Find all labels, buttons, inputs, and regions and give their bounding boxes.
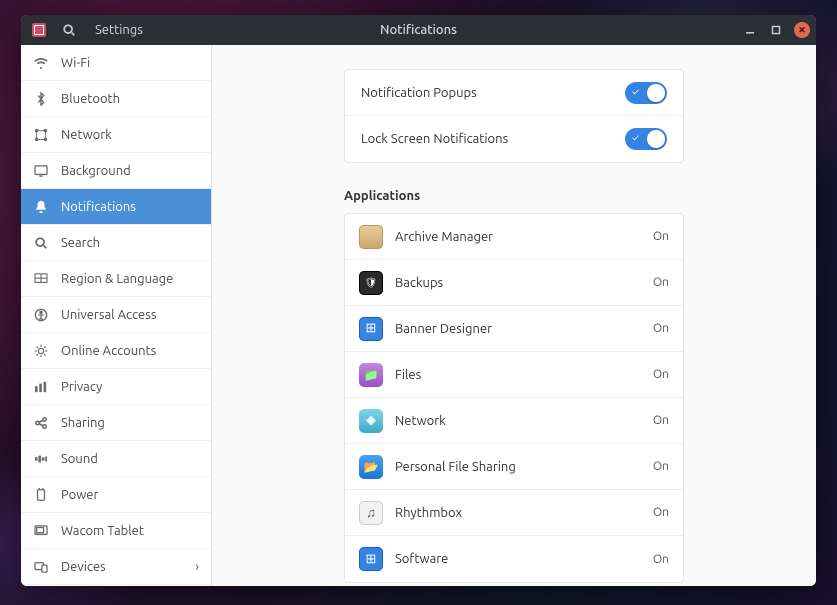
app-row-backups[interactable]: BackupsOn [345, 260, 683, 306]
sidebar-item-label: Bluetooth [61, 92, 120, 106]
toggles-card: Notification Popups Lock Screen Notificat… [344, 69, 684, 163]
app-icon [359, 225, 383, 249]
sidebar-item-notifications[interactable]: Notifications [21, 189, 211, 225]
devices-icon [33, 559, 49, 575]
sidebar-item-label: Wi-Fi [61, 56, 90, 70]
network-icon [33, 127, 49, 143]
power-icon [33, 487, 49, 503]
titlebar-app-label: Settings [95, 23, 143, 37]
toggle-label: Notification Popups [361, 86, 625, 100]
app-icon [359, 317, 383, 341]
bell-icon [33, 199, 49, 215]
app-row-files[interactable]: FilesOn [345, 352, 683, 398]
app-name-label: Network [395, 414, 653, 428]
app-state-label: On [653, 414, 669, 427]
app-name-label: Personal File Sharing [395, 460, 653, 474]
sidebar-item-universal-access[interactable]: Universal Access [21, 297, 211, 333]
toggle-row-lock-screen-notifications: Lock Screen Notifications [345, 116, 683, 162]
app-name-label: Banner Designer [395, 322, 653, 336]
app-row-banner-designer[interactable]: Banner DesignerOn [345, 306, 683, 352]
app-name-label: Software [395, 552, 653, 566]
toggle-row-notification-popups: Notification Popups [345, 70, 683, 116]
app-row-personal-file-sharing[interactable]: Personal File SharingOn [345, 444, 683, 490]
sidebar-item-label: Region & Language [61, 272, 173, 286]
sidebar-item-search[interactable]: Search [21, 225, 211, 261]
region-icon [33, 271, 49, 287]
app-state-label: On [653, 230, 669, 243]
sidebar-item-label: Devices [61, 560, 106, 574]
sidebar-item-label: Background [61, 164, 131, 178]
search-icon [33, 235, 49, 251]
sidebar-item-label: Notifications [61, 200, 136, 214]
app-icon [359, 501, 383, 525]
sidebar-item-sharing[interactable]: Sharing [21, 405, 211, 441]
settings-sidebar: Wi-Fi Bluetooth Network Background Notificat… [21, 45, 212, 586]
app-icon [359, 363, 383, 387]
app-row-software[interactable]: SoftwareOn [345, 536, 683, 582]
sidebar-item-power[interactable]: Power [21, 477, 211, 513]
toggle-switch[interactable] [625, 82, 667, 104]
sidebar-item-region-language[interactable]: Region & Language [21, 261, 211, 297]
app-name-label: Rhythmbox [395, 506, 653, 520]
app-state-label: On [653, 506, 669, 519]
maximize-button[interactable] [768, 22, 784, 38]
app-state-label: On [653, 276, 669, 289]
sidebar-item-devices[interactable]: Devices › [21, 549, 211, 585]
sidebar-item-label: Search [61, 236, 100, 250]
background-icon [33, 163, 49, 179]
sidebar-item-label: Wacom Tablet [61, 524, 144, 538]
app-state-label: On [653, 368, 669, 381]
applications-card: Archive ManagerOnBackupsOnBanner Designe… [344, 213, 684, 583]
sidebar-item-online-accounts[interactable]: Online Accounts [21, 333, 211, 369]
sidebar-item-label: Online Accounts [61, 344, 156, 358]
sidebar-item-wacom-tablet[interactable]: Wacom Tablet [21, 513, 211, 549]
app-state-label: On [653, 553, 669, 566]
sidebar-item-label: Sound [61, 452, 98, 466]
privacy-icon [33, 379, 49, 395]
access-icon [33, 307, 49, 323]
sidebar-item-label: Sharing [61, 416, 105, 430]
online-icon [33, 343, 49, 359]
chevron-right-icon: › [195, 560, 199, 574]
app-icon [359, 271, 383, 295]
app-state-label: On [653, 322, 669, 335]
sidebar-item-label: Network [61, 128, 112, 142]
sound-icon [33, 451, 49, 467]
sidebar-item-label: Power [61, 488, 98, 502]
toggle-switch[interactable] [625, 128, 667, 150]
app-icon [359, 409, 383, 433]
sidebar-item-bluetooth[interactable]: Bluetooth [21, 81, 211, 117]
sidebar-item-privacy[interactable]: Privacy [21, 369, 211, 405]
wacom-icon [33, 523, 49, 539]
app-state-label: On [653, 460, 669, 473]
app-name-label: Archive Manager [395, 230, 653, 244]
sidebar-item-label: Privacy [61, 380, 102, 394]
minimize-button[interactable] [742, 22, 758, 38]
app-row-rhythmbox[interactable]: RhythmboxOn [345, 490, 683, 536]
bluetooth-icon [33, 91, 49, 107]
sharing-icon [33, 415, 49, 431]
sidebar-item-background[interactable]: Background [21, 153, 211, 189]
app-row-network[interactable]: NetworkOn [345, 398, 683, 444]
sidebar-item-wi-fi[interactable]: Wi-Fi [21, 45, 211, 81]
sidebar-item-label: Universal Access [61, 308, 156, 322]
app-name-label: Backups [395, 276, 653, 290]
close-button[interactable]: ✕ [794, 22, 810, 38]
toggle-label: Lock Screen Notifications [361, 132, 625, 146]
applications-heading: Applications [344, 189, 684, 203]
sidebar-item-network[interactable]: Network [21, 117, 211, 153]
sidebar-item-sound[interactable]: Sound [21, 441, 211, 477]
settings-window: Settings Notifications ✕ Wi-Fi Bluetooth N… [21, 15, 816, 586]
app-icon [359, 547, 383, 571]
titlebar: Settings Notifications ✕ [21, 15, 816, 45]
app-logo-icon [31, 22, 47, 38]
app-name-label: Files [395, 368, 653, 382]
notifications-panel: Notification Popups Lock Screen Notificat… [212, 45, 816, 586]
app-row-archive-manager[interactable]: Archive ManagerOn [345, 214, 683, 260]
app-icon [359, 455, 383, 479]
search-icon[interactable] [61, 22, 77, 38]
wifi-icon [33, 55, 49, 71]
